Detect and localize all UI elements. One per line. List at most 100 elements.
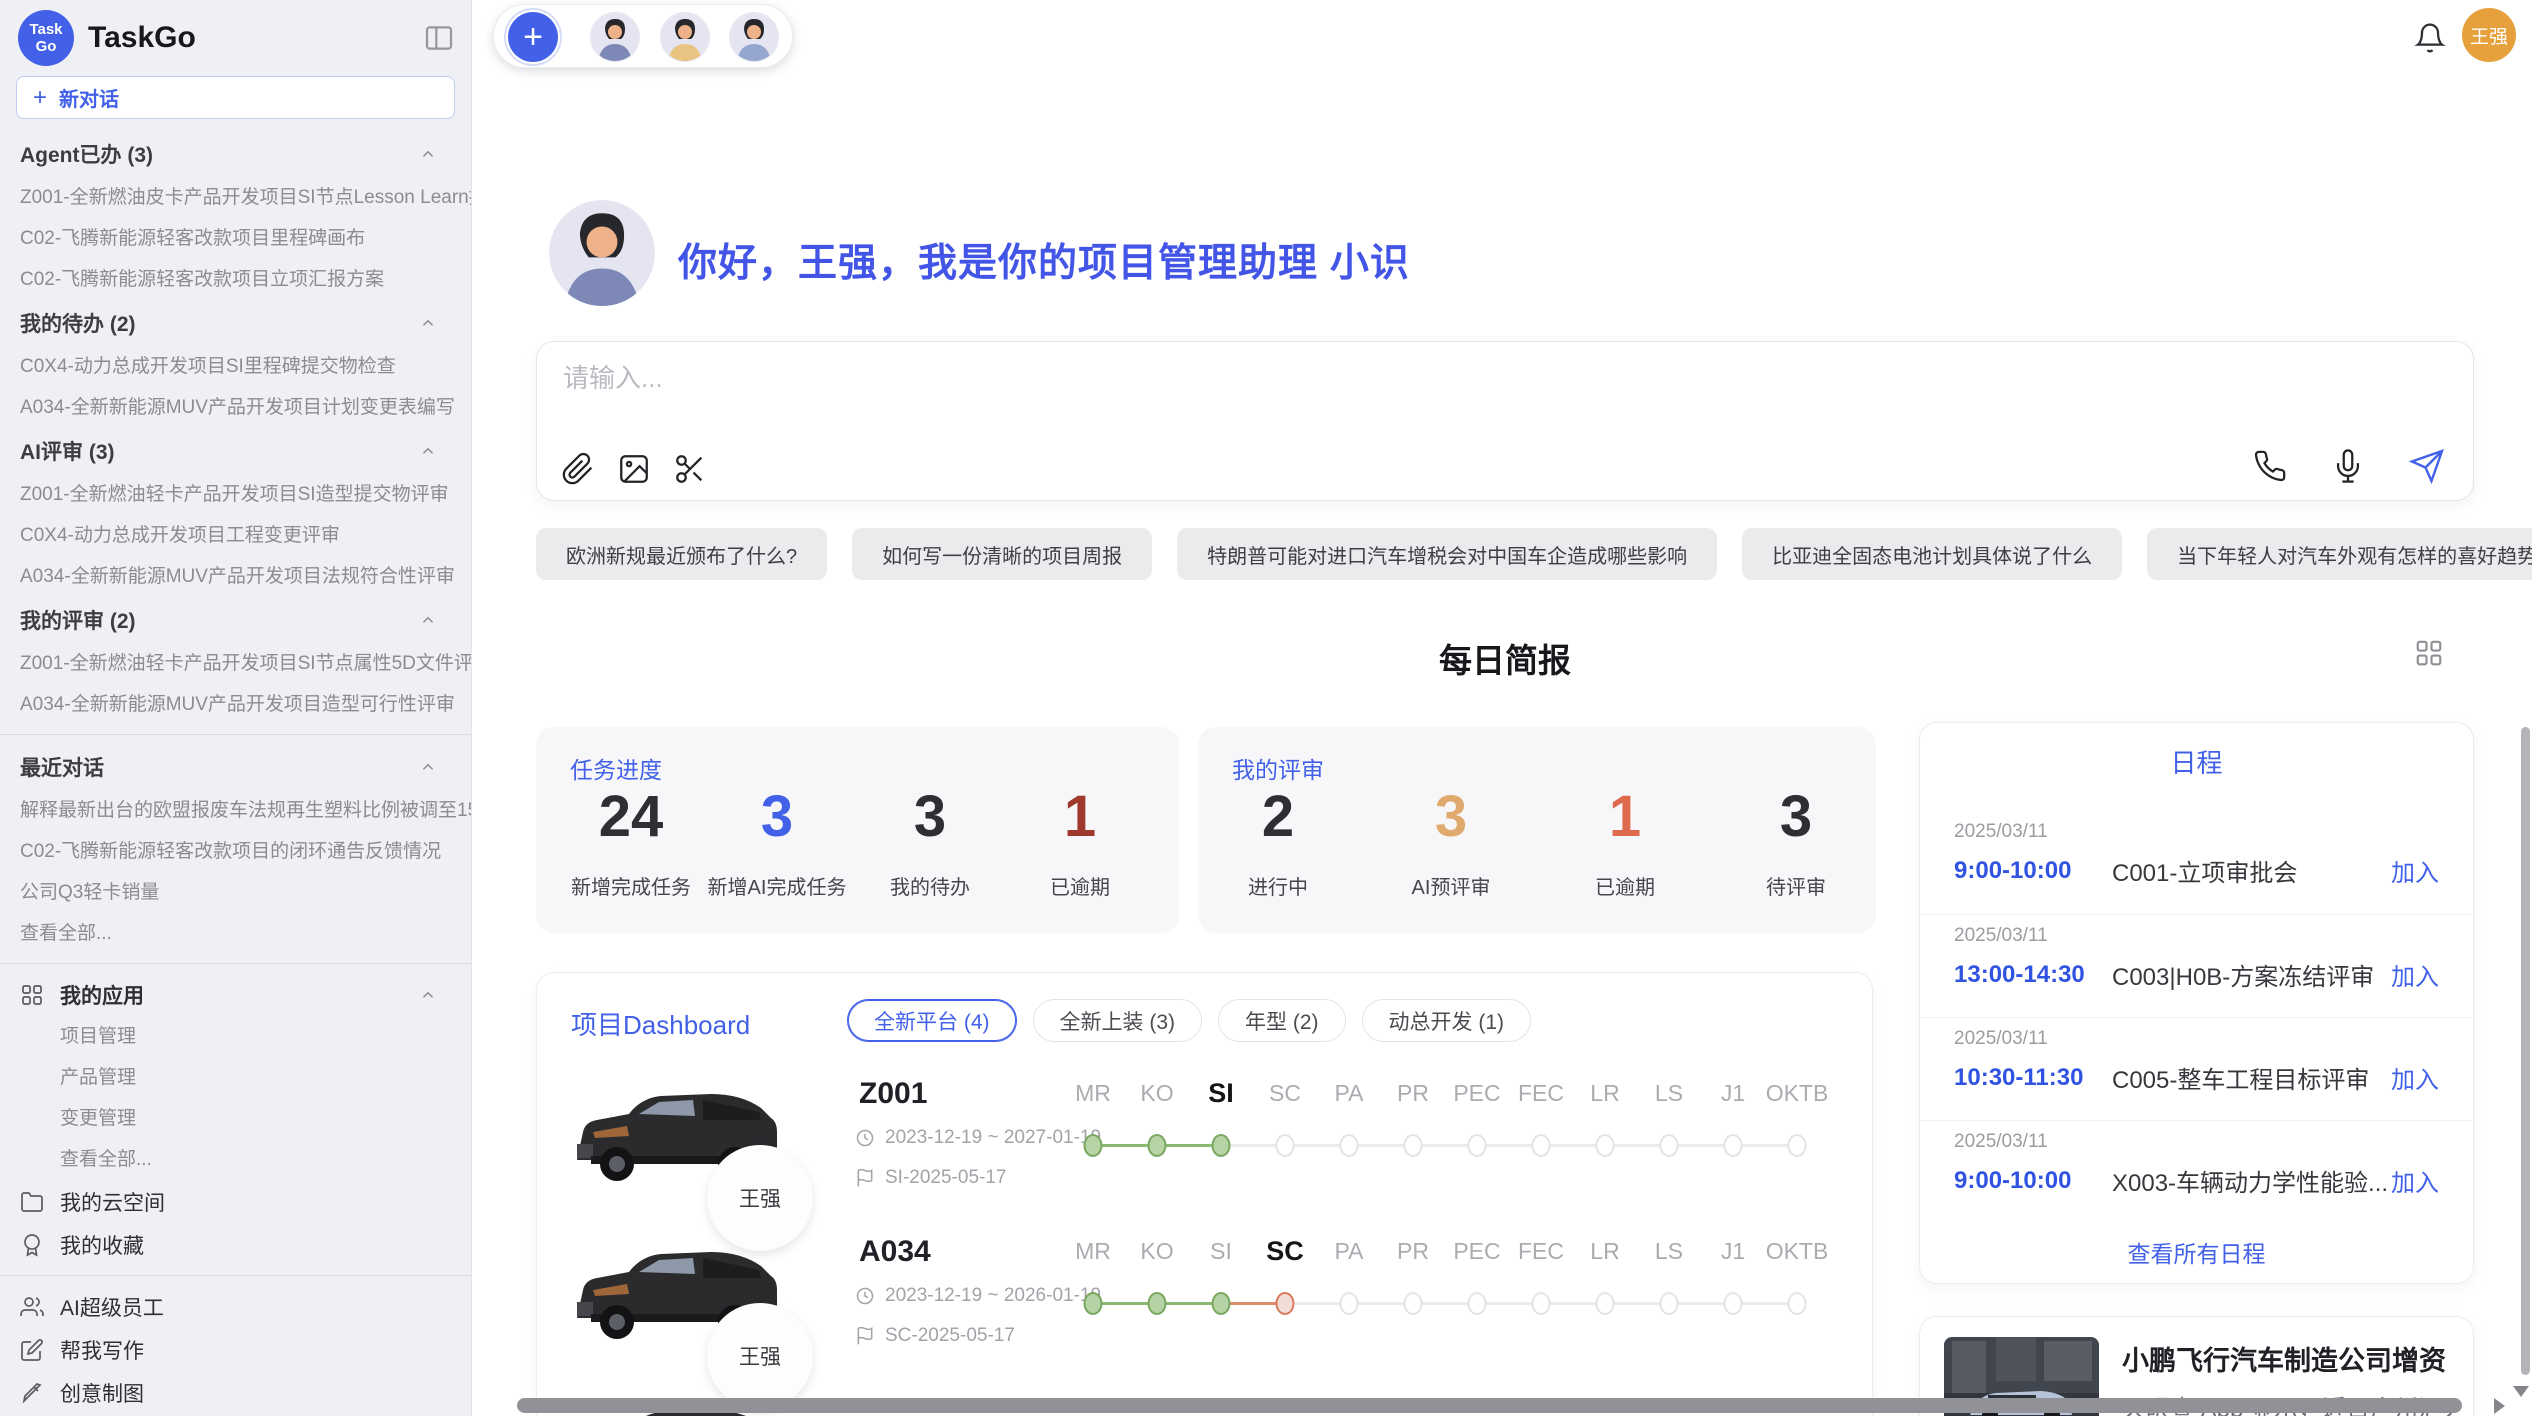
view-all-schedule-link[interactable]: 查看所有日程: [1920, 1235, 2473, 1269]
suggestion-chip[interactable]: 欧洲新规最近颁布了什么?: [536, 528, 827, 580]
stat-value: 1: [970, 785, 1190, 849]
avatar[interactable]: [590, 12, 640, 62]
vertical-scrollbar[interactable]: [2521, 727, 2530, 1375]
milestone-chart: MR KO SI SC PA PR PEC FEC LR LS J1 OKTB: [1061, 1229, 1833, 1359]
schedule-time: 9:00-10:00: [1954, 857, 2112, 885]
sidebar-item-product-mgmt[interactable]: 产品管理: [0, 1057, 471, 1098]
join-link[interactable]: 加入: [2391, 957, 2439, 992]
milestone-dot: [1596, 1292, 1615, 1315]
section-my-todo[interactable]: 我的待办 (2): [0, 300, 471, 346]
sidebar-item-change-mgmt[interactable]: 变更管理: [0, 1098, 471, 1139]
list-item[interactable]: Z001-全新燃油轻卡产品开发项目SI节点属性5D文件评审: [0, 643, 471, 684]
list-item[interactable]: Z001-全新燃油皮卡产品开发项目SI节点Lesson Learn报告: [0, 177, 471, 218]
schedule-event: C005-整车工程目标评审: [2112, 1060, 2391, 1095]
milestone-dot: [1532, 1292, 1551, 1315]
schedule-event: C003|H0B-方案冻结评审: [2112, 957, 2391, 992]
suggestion-chip[interactable]: 比亚迪全固态电池计划具体说了什么: [1742, 528, 2122, 580]
milestone-dot: [1596, 1134, 1615, 1157]
session-switcher: +: [493, 4, 793, 68]
badge-icon: [20, 1233, 44, 1257]
milestone-dot: [1468, 1292, 1487, 1315]
milestone-dot: [1660, 1292, 1679, 1315]
scroll-right-arrow[interactable]: [2494, 1398, 2505, 1414]
chevron-up-icon: [419, 145, 437, 163]
list-item[interactable]: C02-飞腾新能源轻客改款项目的闭环通告反馈情况: [0, 831, 471, 872]
user-avatar[interactable]: 王强: [2462, 8, 2516, 62]
new-session-button[interactable]: +: [508, 12, 558, 62]
list-item[interactable]: C0X4-动力总成开发项目SI里程碑提交物检查: [0, 346, 471, 387]
sidebar-item-project-mgmt[interactable]: 项目管理: [0, 1016, 471, 1057]
sidebar-item-cloud-space[interactable]: 我的云空间: [0, 1180, 471, 1223]
join-link[interactable]: 加入: [2391, 1060, 2439, 1095]
view-all-apps[interactable]: 查看全部...: [0, 1139, 471, 1180]
app-title: TaskGo: [88, 21, 423, 55]
send-icon[interactable]: [2409, 448, 2445, 484]
sidebar-item-help-write[interactable]: 帮我写作: [0, 1328, 471, 1371]
tab-new-platform[interactable]: 全新平台 (4): [847, 999, 1017, 1042]
section-recent-chats[interactable]: 最近对话: [0, 744, 471, 790]
milestone-dot: [1468, 1134, 1487, 1157]
list-item[interactable]: Z001-全新燃油轻卡产品开发项目SI造型提交物评审: [0, 474, 471, 515]
chevron-up-icon: [419, 442, 437, 460]
section-ai-review[interactable]: AI评审 (3): [0, 428, 471, 474]
join-link[interactable]: 加入: [2391, 853, 2439, 888]
dashboard-title: 项目Dashboard: [571, 1005, 750, 1042]
suggestion-chip[interactable]: 特朗普可能对进口汽车增税会对中国车企造成哪些影响: [1177, 528, 1717, 580]
scissors-icon[interactable]: [673, 452, 707, 486]
section-my-review[interactable]: 我的评审 (2): [0, 597, 471, 643]
list-item[interactable]: C0X4-动力总成开发项目工程变更评审: [0, 515, 471, 556]
horizontal-scrollbar[interactable]: [517, 1398, 2462, 1413]
flag-icon: [855, 1168, 875, 1188]
sidebar-item-creative-draw[interactable]: 创意制图: [0, 1371, 471, 1414]
app-root: Task Go TaskGo + 新对话 Agent已办 (3) Z001-全新…: [0, 0, 2532, 1416]
scroll-down-arrow[interactable]: [2513, 1386, 2529, 1397]
tab-new-body[interactable]: 全新上装 (3): [1033, 999, 1203, 1042]
sidebar-item-my-apps[interactable]: 我的应用: [0, 973, 471, 1016]
users-icon: [20, 1295, 44, 1319]
layout-grid-icon[interactable]: [2414, 638, 2444, 668]
sidebar-item-favorites[interactable]: 我的收藏: [0, 1223, 471, 1266]
schedule-event: C001-立项审批会: [2112, 853, 2391, 888]
tab-model-year[interactable]: 年型 (2): [1218, 999, 1346, 1042]
list-item[interactable]: C02-飞腾新能源轻客改款项目立项汇报方案: [0, 259, 471, 300]
suggestion-chip[interactable]: 如何写一份清晰的项目周报: [852, 528, 1152, 580]
list-item[interactable]: A034-全新新能源MUV产品开发项目造型可行性评审: [0, 684, 471, 725]
notification-bell-icon[interactable]: [2414, 22, 2446, 54]
list-item[interactable]: 公司Q3轻卡销量: [0, 872, 471, 913]
section-agent-done[interactable]: Agent已办 (3): [0, 131, 471, 177]
list-item[interactable]: 解释最新出台的欧盟报废车法规再生塑料比例被调至15%...: [0, 790, 471, 831]
join-link[interactable]: 加入: [2391, 1163, 2439, 1198]
avatar[interactable]: [660, 12, 710, 62]
logo-line-1: Task: [29, 21, 62, 38]
list-item[interactable]: A034-全新新能源MUV产品开发项目计划变更表编写: [0, 387, 471, 428]
schedule-date: 2025/03/11: [1954, 1028, 2439, 1050]
image-icon[interactable]: [617, 452, 651, 486]
project-dashboard-card: 项目Dashboard 全新平台 (4) 全新上装 (3) 年型 (2) 动总开…: [536, 972, 1873, 1416]
list-item[interactable]: C02-飞腾新能源轻客改款项目里程碑画布: [0, 218, 471, 259]
attachment-icon[interactable]: [561, 452, 595, 486]
milestone-dot: [1724, 1134, 1743, 1157]
project-row[interactable]: 王强 A034 2023-12-19 ~ 2026-01-19 SC-2025-…: [537, 1219, 1873, 1377]
schedule-time: 9:00-10:00: [1954, 1167, 2112, 1195]
avatar[interactable]: [729, 12, 779, 62]
project-flag: SI-2025-05-17: [885, 1167, 1006, 1189]
sidebar-collapse-icon[interactable]: [423, 22, 455, 54]
clock-icon: [855, 1286, 875, 1306]
schedule-item: 2025/03/11 13:00-14:30 C003|H0B-方案冻结评审 加…: [1920, 914, 2473, 1017]
phone-icon[interactable]: [2253, 449, 2287, 483]
project-flag: SC-2025-05-17: [885, 1325, 1015, 1347]
microphone-icon[interactable]: [2331, 449, 2365, 483]
schedule-date: 2025/03/11: [1954, 821, 2439, 843]
sidebar-item-ai-employee[interactable]: AI超级员工: [0, 1285, 471, 1328]
milestone-dot: [1660, 1134, 1679, 1157]
new-chat-button[interactable]: + 新对话: [16, 76, 455, 119]
tab-powertrain[interactable]: 动总开发 (1): [1362, 999, 1532, 1042]
stat-label: 已逾期: [970, 871, 1190, 900]
view-all-chats[interactable]: 查看全部...: [0, 913, 471, 954]
schedule-time: 13:00-14:30: [1954, 961, 2112, 989]
folder-icon: [20, 1190, 44, 1214]
list-item[interactable]: A034-全新新能源MUV产品开发项目法规符合性评审: [0, 556, 471, 597]
project-row[interactable]: 王强 Z001 2023-12-19 ~ 2027-01-19 SI-2025-…: [537, 1061, 1873, 1219]
chat-input[interactable]: [563, 358, 2443, 434]
suggestion-chip[interactable]: 当下年轻人对汽车外观有怎样的喜好趋势: [2147, 528, 2532, 580]
